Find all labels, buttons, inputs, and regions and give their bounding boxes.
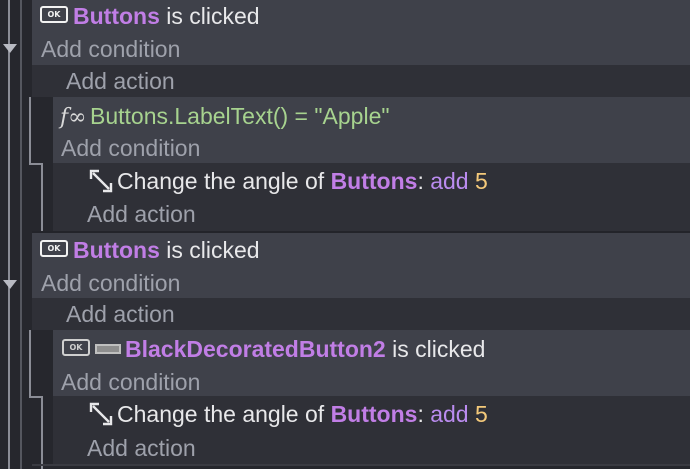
subevent2-add-action[interactable]: Add action <box>87 432 196 464</box>
angle-arrow-icon <box>89 402 113 426</box>
condition-text: is clicked <box>166 3 260 29</box>
event1-condition[interactable]: OK Buttons is clicked <box>40 0 260 32</box>
button-ok-icon: OK <box>40 6 68 24</box>
subevent1-add-condition[interactable]: Add condition <box>61 132 200 164</box>
tree-line-inner <box>20 0 22 469</box>
subevent1-hline <box>29 163 41 165</box>
subevent1-condition[interactable]: f∞ Buttons.LabelText() = "Apple" <box>60 100 390 132</box>
condition-text: is clicked <box>392 336 486 362</box>
button-ok-icon: OK <box>40 240 68 258</box>
action-value: 5 <box>474 401 488 427</box>
event2-add-action[interactable]: Add action <box>66 298 175 330</box>
condition-text: is clicked <box>166 237 260 263</box>
subevent2-hline <box>29 396 41 398</box>
button-ok-icon: OK <box>62 339 90 357</box>
action-operator: add <box>430 168 469 194</box>
subevent2-action-line <box>41 396 43 469</box>
collapse-caret-icon[interactable] <box>3 44 17 53</box>
condition-object-name: BlackDecoratedButton2 <box>125 336 386 362</box>
subevent2-condition[interactable]: OK BlackDecoratedButton2 is clicked <box>62 333 485 365</box>
fx-icon: f∞ <box>60 105 87 130</box>
subevent1-add-action[interactable]: Add action <box>87 198 196 230</box>
condition-object-name: Buttons <box>73 237 160 263</box>
action-prefix: Change the angle of <box>117 401 325 427</box>
subevent1-line <box>29 97 31 165</box>
subevent2-add-condition[interactable]: Add condition <box>61 366 200 398</box>
expression-text: Buttons.LabelText() = "Apple" <box>90 103 390 129</box>
action-object-name: Buttons <box>330 401 418 427</box>
event1-add-action[interactable]: Add action <box>66 65 175 97</box>
collapse-caret-icon[interactable] <box>3 280 17 289</box>
action-colon: : <box>417 168 424 194</box>
event1-add-condition[interactable]: Add condition <box>41 33 180 65</box>
subevent2-line <box>29 330 31 398</box>
bottom-separator <box>32 464 690 466</box>
subevent1-action[interactable]: Change the angle of Buttons: add 5 <box>88 165 488 197</box>
black-button-icon <box>95 343 121 354</box>
subevent2-action[interactable]: Change the angle of Buttons: add 5 <box>88 398 488 430</box>
action-value: 5 <box>474 168 488 194</box>
tree-line-left <box>8 0 10 469</box>
action-operator: add <box>430 401 469 427</box>
action-prefix: Change the angle of <box>117 168 325 194</box>
action-colon: : <box>417 401 424 427</box>
event2-condition[interactable]: OK Buttons is clicked <box>40 234 260 266</box>
condition-object-name: Buttons <box>73 3 160 29</box>
action-object-name: Buttons <box>330 168 418 194</box>
event2-add-condition[interactable]: Add condition <box>41 267 180 299</box>
subevent1-action-line <box>41 163 43 231</box>
angle-arrow-icon <box>89 169 113 193</box>
